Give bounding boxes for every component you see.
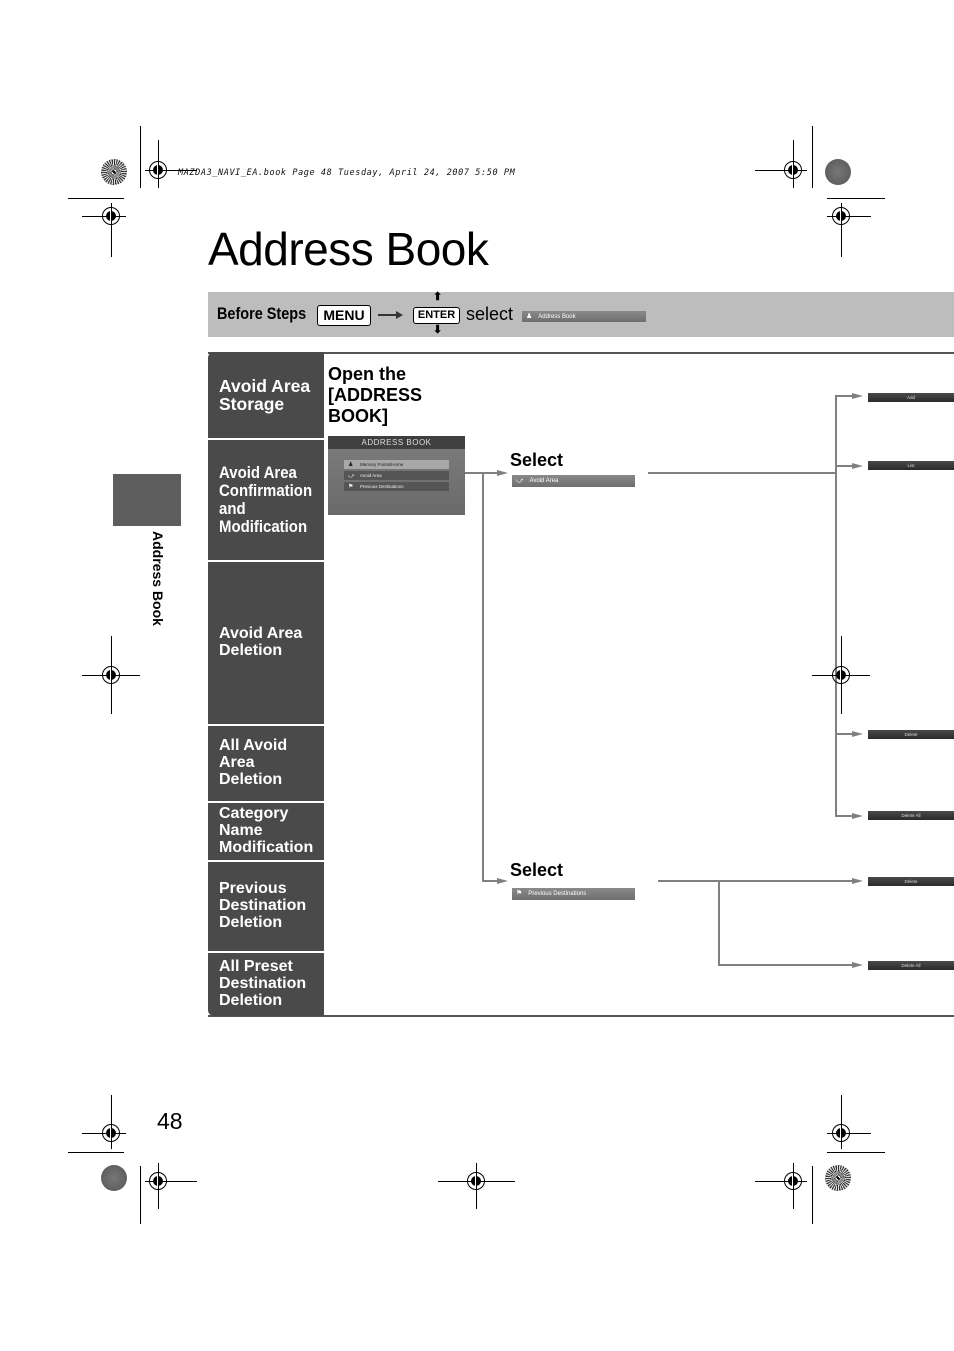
screen-menu-label: Avoid Area [360,473,382,478]
connector-line [482,472,484,881]
address-book-menu-label: Address Book [538,314,576,320]
arrow-down-icon: ⬇ [433,324,443,336]
connector-line [718,880,720,965]
category-label: All Preset Destination Deletion [219,958,307,1009]
crop-line [827,198,885,199]
screen-menu-item: ♟ Memory Points/Home [344,460,449,469]
page-title: Address Book [208,223,489,275]
arrow-head-icon [852,812,863,819]
arrow-head-icon [852,730,863,737]
crop-line [812,126,813,188]
avoid-area-menu-label: Avoid Area [529,478,559,484]
registration-mark-icon [102,207,120,225]
registration-mark-icon [467,1172,485,1190]
registration-star-icon [101,159,127,185]
memory-point-icon: ♟ [348,462,354,468]
screen-title: ADDRESS BOOK [328,436,465,449]
arrow-head-icon [852,392,863,399]
address-book-menu-item: ♟ Address Book [522,311,646,322]
screen-menu-item: ⚑ Previous Destinations [344,482,449,491]
crop-line [68,198,124,199]
select-avoid-label: Select [510,450,564,470]
arrow-head-icon [497,469,508,476]
category-cell: All Avoid Area Deletion [208,724,324,801]
arrow-head-icon [497,877,508,884]
previous-destinations-menu-label: Previous Destinations [528,891,587,897]
category-label: All Avoid Area Deletion [219,737,288,788]
delete-avoid-button: Delete [868,730,954,739]
connector-line [835,395,837,816]
category-label: Avoid Area Storage [219,375,311,414]
category-label: Avoid Area Deletion [219,625,303,659]
registration-mark-icon [832,207,850,225]
delete-all-previous-button: Delete All [868,961,954,970]
delete-all-avoid-button: Delete All [868,811,954,820]
category-label: Category Name Modification [219,805,314,856]
screen-menu-label: Memory Points/Home [360,462,404,467]
registration-mark-icon [784,1172,802,1190]
avoid-area-icon: ⤻ [516,477,524,484]
crop-line [812,1166,813,1224]
category-cell: Category Name Modification [208,801,324,860]
connector-line [648,472,836,474]
previous-destinations-menu-item: ⚑ Previous Destinations [512,888,635,900]
select-previous-label: Select [510,860,564,880]
previous-destination-icon: ⚑ [516,890,523,897]
connector-line [658,880,855,882]
print-header: MAZDA3_NAVI_EA.book Page 48 Tuesday, Apr… [178,168,516,178]
registration-mark-icon [149,161,167,179]
avoid-area-menu-item: ⤻ Avoid Area [512,475,635,487]
before-steps-label: Before Steps [217,304,307,323]
before-steps-bar: Before Steps MENU ⬆ ENTER ⬇ select ♟ Addr… [208,292,954,337]
previous-destination-icon: ⚑ [348,484,354,490]
registration-mark-icon [832,1124,850,1142]
registration-mark-icon [832,666,850,684]
arrow-head-icon [852,877,863,884]
registration-mark-icon [102,1124,120,1142]
registration-mark-icon [149,1172,167,1190]
avoid-area-icon: ⤻ [348,473,355,479]
select-text: select [466,304,514,324]
category-label: Avoid Area Confirmation and Modification [219,463,313,536]
delete-previous-button: Delete [868,877,954,886]
list-button: List [868,461,954,470]
screen-menu-item: ⤻ Avoid Area [344,471,449,480]
category-cell: All Preset Destination Deletion [208,951,324,1016]
screen-menu-label: Previous Destinations [360,484,404,489]
category-cell: Avoid Area Storage [208,352,324,438]
crop-line [827,1152,885,1153]
side-tab-label: Address Book [150,531,166,626]
open-address-book-instruction: Open the [ADDRESS BOOK] [328,364,423,426]
registration-mark-icon [102,666,120,684]
address-book-screen: ADDRESS BOOK ♟ Memory Points/Home ⤻ Avoid … [328,436,465,515]
category-cell: Previous Destination Deletion [208,860,324,951]
arrow-head-icon [852,961,863,968]
registration-star-icon [825,1165,851,1191]
category-cell: Avoid Area Deletion [208,560,324,724]
enter-key: ENTER [413,307,460,324]
arrow-head-icon [852,462,863,469]
add-button: Add [868,393,954,402]
category-column: Avoid Area Storage Avoid Area Confirmati… [208,352,324,1016]
page-number: 48 [157,1108,183,1134]
category-label: Previous Destination Deletion [219,880,307,931]
arrow-right-icon [378,311,403,318]
connector-line [718,964,855,966]
category-cell: Avoid Area Confirmation and Modification [208,438,324,560]
registration-dot-icon [101,1165,127,1191]
registration-dot-icon [825,159,851,185]
arrow-up-icon: ⬆ [433,291,443,303]
menu-key: MENU [317,305,371,326]
crop-line [140,126,141,188]
person-pin-icon: ♟ [526,313,533,320]
crop-line [140,1166,141,1224]
crop-line [68,1152,124,1153]
side-tab-block [113,474,181,526]
registration-mark-icon [784,161,802,179]
